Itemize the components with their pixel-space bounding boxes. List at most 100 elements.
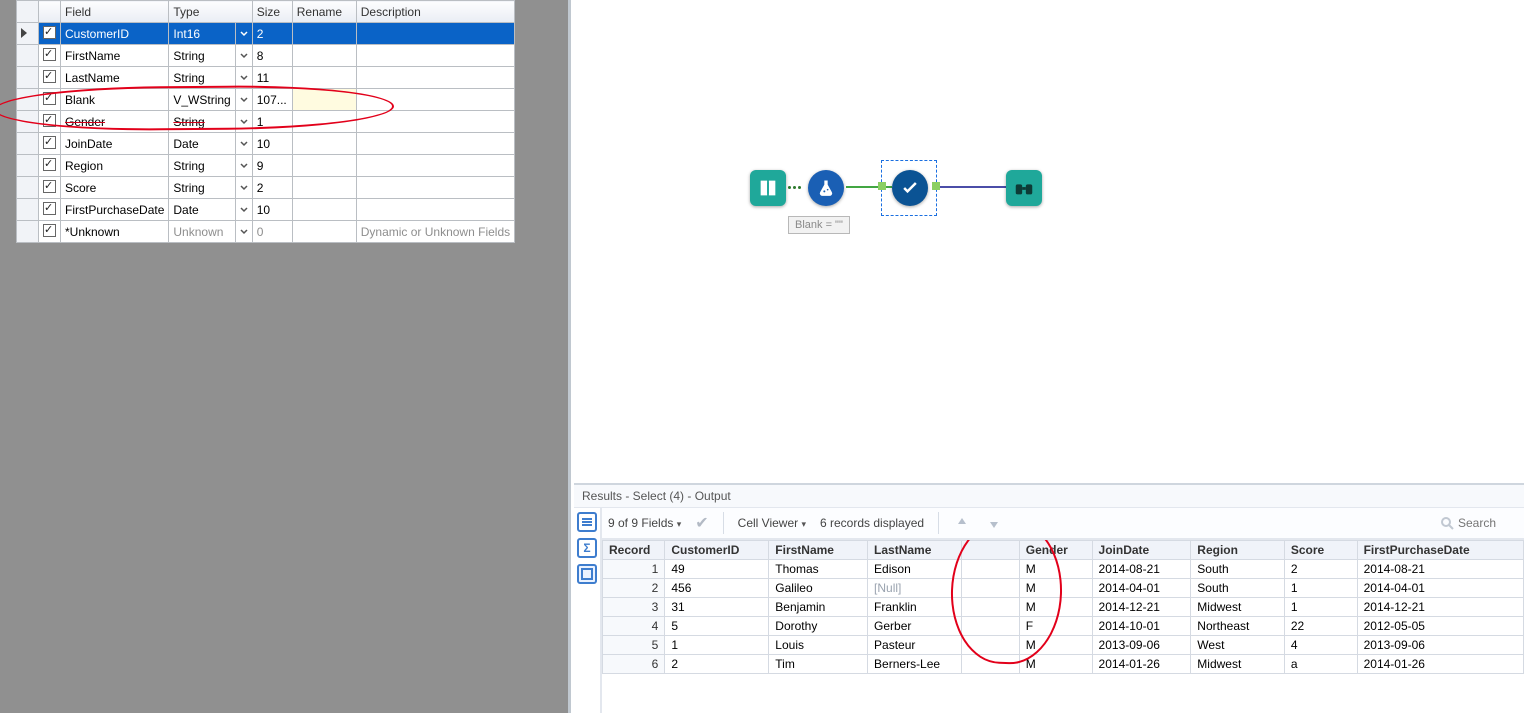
table-row[interactable]: FirstPurchaseDateDate 10 <box>17 199 515 221</box>
field-rename[interactable] <box>292 155 356 177</box>
cell[interactable]: 2013-09-06 <box>1357 636 1523 655</box>
row-header[interactable] <box>17 221 39 243</box>
cell[interactable]: Tim <box>769 655 868 674</box>
tool-select[interactable] <box>892 170 928 206</box>
cell[interactable]: 31 <box>665 598 769 617</box>
cell[interactable]: M <box>1019 560 1092 579</box>
metadata-icon[interactable] <box>577 564 597 584</box>
type-dropdown[interactable] <box>235 111 252 133</box>
cell[interactable]: 2014-04-01 <box>1357 579 1523 598</box>
col-region[interactable]: Region <box>1191 541 1285 560</box>
apply-check-icon[interactable]: ✔ <box>695 513 708 533</box>
field-size[interactable]: 11 <box>252 67 292 89</box>
cell[interactable]: Galileo <box>769 579 868 598</box>
col-type[interactable]: Type <box>169 1 252 23</box>
cell[interactable]: 2014-08-21 <box>1092 560 1191 579</box>
table-row[interactable]: 45DorothyGerberF2014-10-01Northeast22201… <box>603 617 1524 636</box>
field-rename[interactable] <box>292 111 356 133</box>
field-description[interactable] <box>356 155 514 177</box>
field-checkbox[interactable] <box>39 45 61 67</box>
field-type[interactable]: String <box>169 111 235 133</box>
col-firstpurchasedate[interactable]: FirstPurchaseDate <box>1357 541 1523 560</box>
field-checkbox[interactable] <box>39 177 61 199</box>
cell[interactable]: 2012-05-05 <box>1357 617 1523 636</box>
tool-input[interactable] <box>750 170 786 206</box>
cell[interactable]: 456 <box>665 579 769 598</box>
field-checkbox[interactable] <box>39 23 61 45</box>
cell[interactable]: M <box>1019 598 1092 617</box>
cell[interactable]: 2014-01-26 <box>1092 655 1191 674</box>
row-header[interactable] <box>17 133 39 155</box>
cell[interactable] <box>961 560 1019 579</box>
table-row[interactable]: BlankV_WString107... <box>17 89 515 111</box>
field-size[interactable]: 107... <box>252 89 292 111</box>
cell[interactable]: 22 <box>1284 617 1357 636</box>
field-type[interactable]: String <box>169 177 235 199</box>
col-size[interactable]: Size <box>252 1 292 23</box>
tool-select-anchor-in[interactable] <box>878 182 886 190</box>
tool-formula[interactable] <box>808 170 844 206</box>
field-checkbox[interactable] <box>39 221 61 243</box>
tool-select-anchor-out[interactable] <box>932 182 940 190</box>
table-row[interactable]: 51LouisPasteurM2013-09-06West42013-09-06 <box>603 636 1524 655</box>
cell[interactable]: 49 <box>665 560 769 579</box>
cell[interactable]: F <box>1019 617 1092 636</box>
field-type[interactable]: V_WString <box>169 89 235 111</box>
field-name[interactable]: LastName <box>61 67 169 89</box>
table-row[interactable]: CustomerIDInt162 <box>17 23 515 45</box>
table-row[interactable]: GenderString1 <box>17 111 515 133</box>
field-type[interactable]: Date <box>169 133 235 155</box>
search-input[interactable] <box>1458 516 1518 530</box>
cell[interactable]: 2013-09-06 <box>1092 636 1191 655</box>
type-dropdown[interactable] <box>235 67 252 89</box>
field-type[interactable]: String <box>169 155 235 177</box>
field-size[interactable]: 10 <box>252 199 292 221</box>
cell[interactable]: West <box>1191 636 1285 655</box>
field-rename[interactable] <box>292 67 356 89</box>
workflow-canvas[interactable]: Blank = "" <box>574 0 1524 483</box>
col-joindate[interactable]: JoinDate <box>1092 541 1191 560</box>
field-size[interactable]: 1 <box>252 111 292 133</box>
cell[interactable]: Midwest <box>1191 598 1285 617</box>
field-name[interactable]: Region <box>61 155 169 177</box>
field-type[interactable]: Date <box>169 199 235 221</box>
field-name[interactable]: FirstPurchaseDate <box>61 199 169 221</box>
field-name[interactable]: FirstName <box>61 45 169 67</box>
row-header[interactable] <box>17 23 39 45</box>
cell[interactable]: 5 <box>665 617 769 636</box>
type-dropdown[interactable] <box>235 155 252 177</box>
field-name[interactable]: JoinDate <box>61 133 169 155</box>
cell[interactable]: 1 <box>1284 579 1357 598</box>
field-rename[interactable] <box>292 177 356 199</box>
field-type[interactable]: String <box>169 45 235 67</box>
table-row[interactable]: 149ThomasEdisonM2014-08-21South22014-08-… <box>603 560 1524 579</box>
cell[interactable] <box>961 655 1019 674</box>
field-size[interactable]: 2 <box>252 177 292 199</box>
field-description[interactable] <box>356 199 514 221</box>
cell[interactable] <box>961 579 1019 598</box>
field-rename[interactable] <box>292 89 356 111</box>
field-checkbox[interactable] <box>39 199 61 221</box>
cell[interactable]: 1 <box>665 636 769 655</box>
sort-desc-icon[interactable] <box>985 514 1003 532</box>
cell[interactable]: 2014-01-26 <box>1357 655 1523 674</box>
field-description[interactable] <box>356 23 514 45</box>
field-rename[interactable] <box>292 221 356 243</box>
type-dropdown[interactable] <box>235 221 252 243</box>
field-description[interactable] <box>356 45 514 67</box>
field-checkbox[interactable] <box>39 67 61 89</box>
cell[interactable] <box>961 617 1019 636</box>
col-desc[interactable]: Description <box>356 1 514 23</box>
field-rename[interactable] <box>292 45 356 67</box>
table-row[interactable]: FirstNameString8 <box>17 45 515 67</box>
row-header[interactable] <box>17 111 39 133</box>
table-row[interactable]: 2456Galileo[Null]M2014-04-01South12014-0… <box>603 579 1524 598</box>
cell[interactable]: South <box>1191 560 1285 579</box>
col-rename[interactable]: Rename <box>292 1 356 23</box>
cell[interactable] <box>961 636 1019 655</box>
table-row[interactable]: 331BenjaminFranklinM2014-12-21Midwest120… <box>603 598 1524 617</box>
field-checkbox[interactable] <box>39 111 61 133</box>
table-row[interactable]: *UnknownUnknown0Dynamic or Unknown Field… <box>17 221 515 243</box>
cell[interactable]: 2014-12-21 <box>1092 598 1191 617</box>
tool-browse[interactable] <box>1006 170 1042 206</box>
